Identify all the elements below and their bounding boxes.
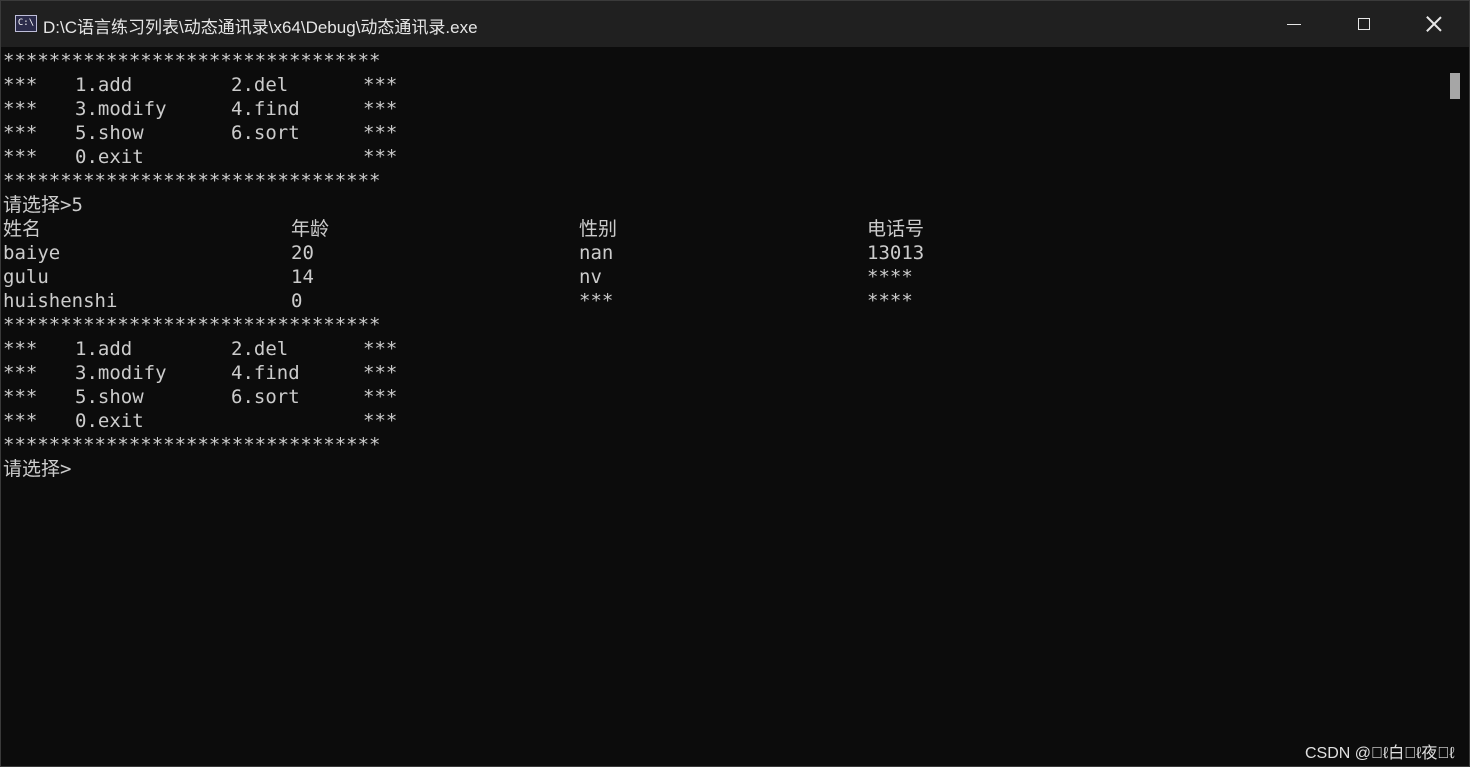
console-window: C:\ D:\C语言练习列表\动态通讯录\x64\Debug\动态通讯录.exe… xyxy=(0,0,1470,767)
menu-row: *** 3.modify 4.find *** xyxy=(3,362,398,384)
header-phone: 电话号 xyxy=(867,218,925,240)
header-gender: 性别 xyxy=(579,218,618,240)
window-title: D:\C语言练习列表\动态通讯录\x64\Debug\动态通讯录.exe xyxy=(43,18,478,37)
menu-option-sort: 6.sort xyxy=(231,122,300,144)
table-row: baiye 20 nan 13013 xyxy=(3,242,925,264)
menu-row: *** 1.add 2.del *** xyxy=(3,338,398,360)
menu-option-modify: 3.modify xyxy=(75,362,167,384)
menu-row: *** 3.modify 4.find *** xyxy=(3,98,398,120)
prompt-line: 请选择>5 xyxy=(3,194,83,216)
menu-option-exit: 0.exit xyxy=(75,410,144,432)
maximize-button[interactable] xyxy=(1329,1,1399,47)
header-name: 姓名 xyxy=(3,218,42,240)
menu-option-add: 1.add xyxy=(75,74,133,96)
menu-border-top: ********************************* xyxy=(3,50,381,72)
table-header: 姓名 年龄 性别 电话号 xyxy=(3,217,1441,241)
menu-row: *** 1.add 2.del *** xyxy=(3,74,398,96)
menu-row: *** 5.show 6.sort *** xyxy=(3,386,398,408)
menu-row: *** 0.exit *** xyxy=(3,146,398,168)
menu-option-show: 5.show xyxy=(75,386,144,408)
console-output[interactable]: ********************************* *** 1.… xyxy=(3,49,1441,765)
menu-option-show: 5.show xyxy=(75,122,144,144)
menu-option-sort: 6.sort xyxy=(231,386,300,408)
table-row: gulu 14 nv **** xyxy=(3,266,913,288)
menu-option-del: 2.del xyxy=(231,338,289,360)
menu-option-find: 4.find xyxy=(231,362,300,384)
table-row: huishenshi 0 *** **** xyxy=(3,290,913,312)
menu-border-bottom: ********************************* xyxy=(3,170,381,192)
menu-option-add: 1.add xyxy=(75,338,133,360)
menu-border-top: ********************************* xyxy=(3,314,381,336)
minimize-button[interactable] xyxy=(1259,1,1329,47)
menu-option-exit: 0.exit xyxy=(75,146,144,168)
minimize-icon xyxy=(1287,23,1301,25)
header-age: 年龄 xyxy=(291,218,330,240)
menu-option-find: 4.find xyxy=(231,98,300,120)
menu-row: *** 5.show 6.sort *** xyxy=(3,122,398,144)
vertical-scrollbar[interactable] xyxy=(1442,49,1468,765)
close-icon xyxy=(1426,16,1442,32)
maximize-icon xyxy=(1358,18,1370,30)
console-app-icon: C:\ xyxy=(15,15,37,32)
menu-row: *** 0.exit *** xyxy=(3,410,398,432)
menu-option-modify: 3.modify xyxy=(75,98,167,120)
prompt-line[interactable]: 请选择> xyxy=(3,457,1441,481)
close-button[interactable] xyxy=(1399,1,1469,47)
scrollbar-thumb[interactable] xyxy=(1450,73,1460,99)
menu-option-del: 2.del xyxy=(231,74,289,96)
title-bar[interactable]: C:\ D:\C语言练习列表\动态通讯录\x64\Debug\动态通讯录.exe xyxy=(1,1,1469,47)
csdn-watermark: CSDN @ ℓ白 ℓ夜 ℓ xyxy=(1305,745,1455,762)
menu-border-bottom: ********************************* xyxy=(3,434,381,456)
